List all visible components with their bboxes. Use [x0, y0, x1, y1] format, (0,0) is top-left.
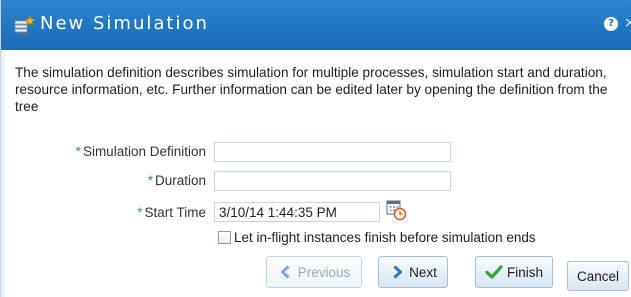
chevron-right-icon	[389, 264, 405, 280]
dialog-title: New Simulation	[40, 13, 209, 34]
duration-input[interactable]	[214, 171, 451, 191]
let-in-flight-finish-label: Let in-flight instances finish before si…	[234, 230, 536, 245]
new-simulation-icon	[12, 15, 36, 37]
start-time-label: * Start Time	[137, 205, 206, 220]
dialog-titlebar: New Simulation ? ×	[1, 0, 631, 50]
dialog-description: The simulation definition describes simu…	[15, 65, 608, 114]
help-icon[interactable]: ?	[604, 17, 618, 31]
cancel-button[interactable]: Cancel	[567, 261, 629, 291]
next-button[interactable]: Next	[378, 256, 448, 288]
new-simulation-dialog: New Simulation ? × The simulation defini…	[0, 0, 631, 297]
chevron-left-icon	[278, 264, 294, 280]
checkmark-icon	[485, 264, 503, 280]
date-time-picker-icon[interactable]	[385, 199, 407, 221]
dialog-left-edge	[1, 50, 7, 297]
previous-button-label: Previous	[297, 264, 351, 280]
next-button-label: Next	[409, 264, 437, 280]
simulation-definition-label: * Simulation Definition	[75, 144, 206, 159]
let-in-flight-finish-checkbox[interactable]	[218, 231, 231, 244]
close-icon[interactable]: ×	[624, 15, 631, 31]
simulation-definition-input[interactable]	[214, 142, 451, 162]
previous-button[interactable]: Previous	[266, 256, 362, 288]
duration-label: * Duration	[147, 173, 206, 188]
finish-button[interactable]: Finish	[475, 256, 553, 288]
start-time-input[interactable]	[214, 202, 380, 222]
required-marker: *	[137, 205, 143, 220]
required-marker: *	[147, 173, 153, 188]
required-marker: *	[75, 144, 81, 159]
cancel-button-label: Cancel	[576, 268, 620, 284]
finish-button-label: Finish	[506, 264, 543, 280]
